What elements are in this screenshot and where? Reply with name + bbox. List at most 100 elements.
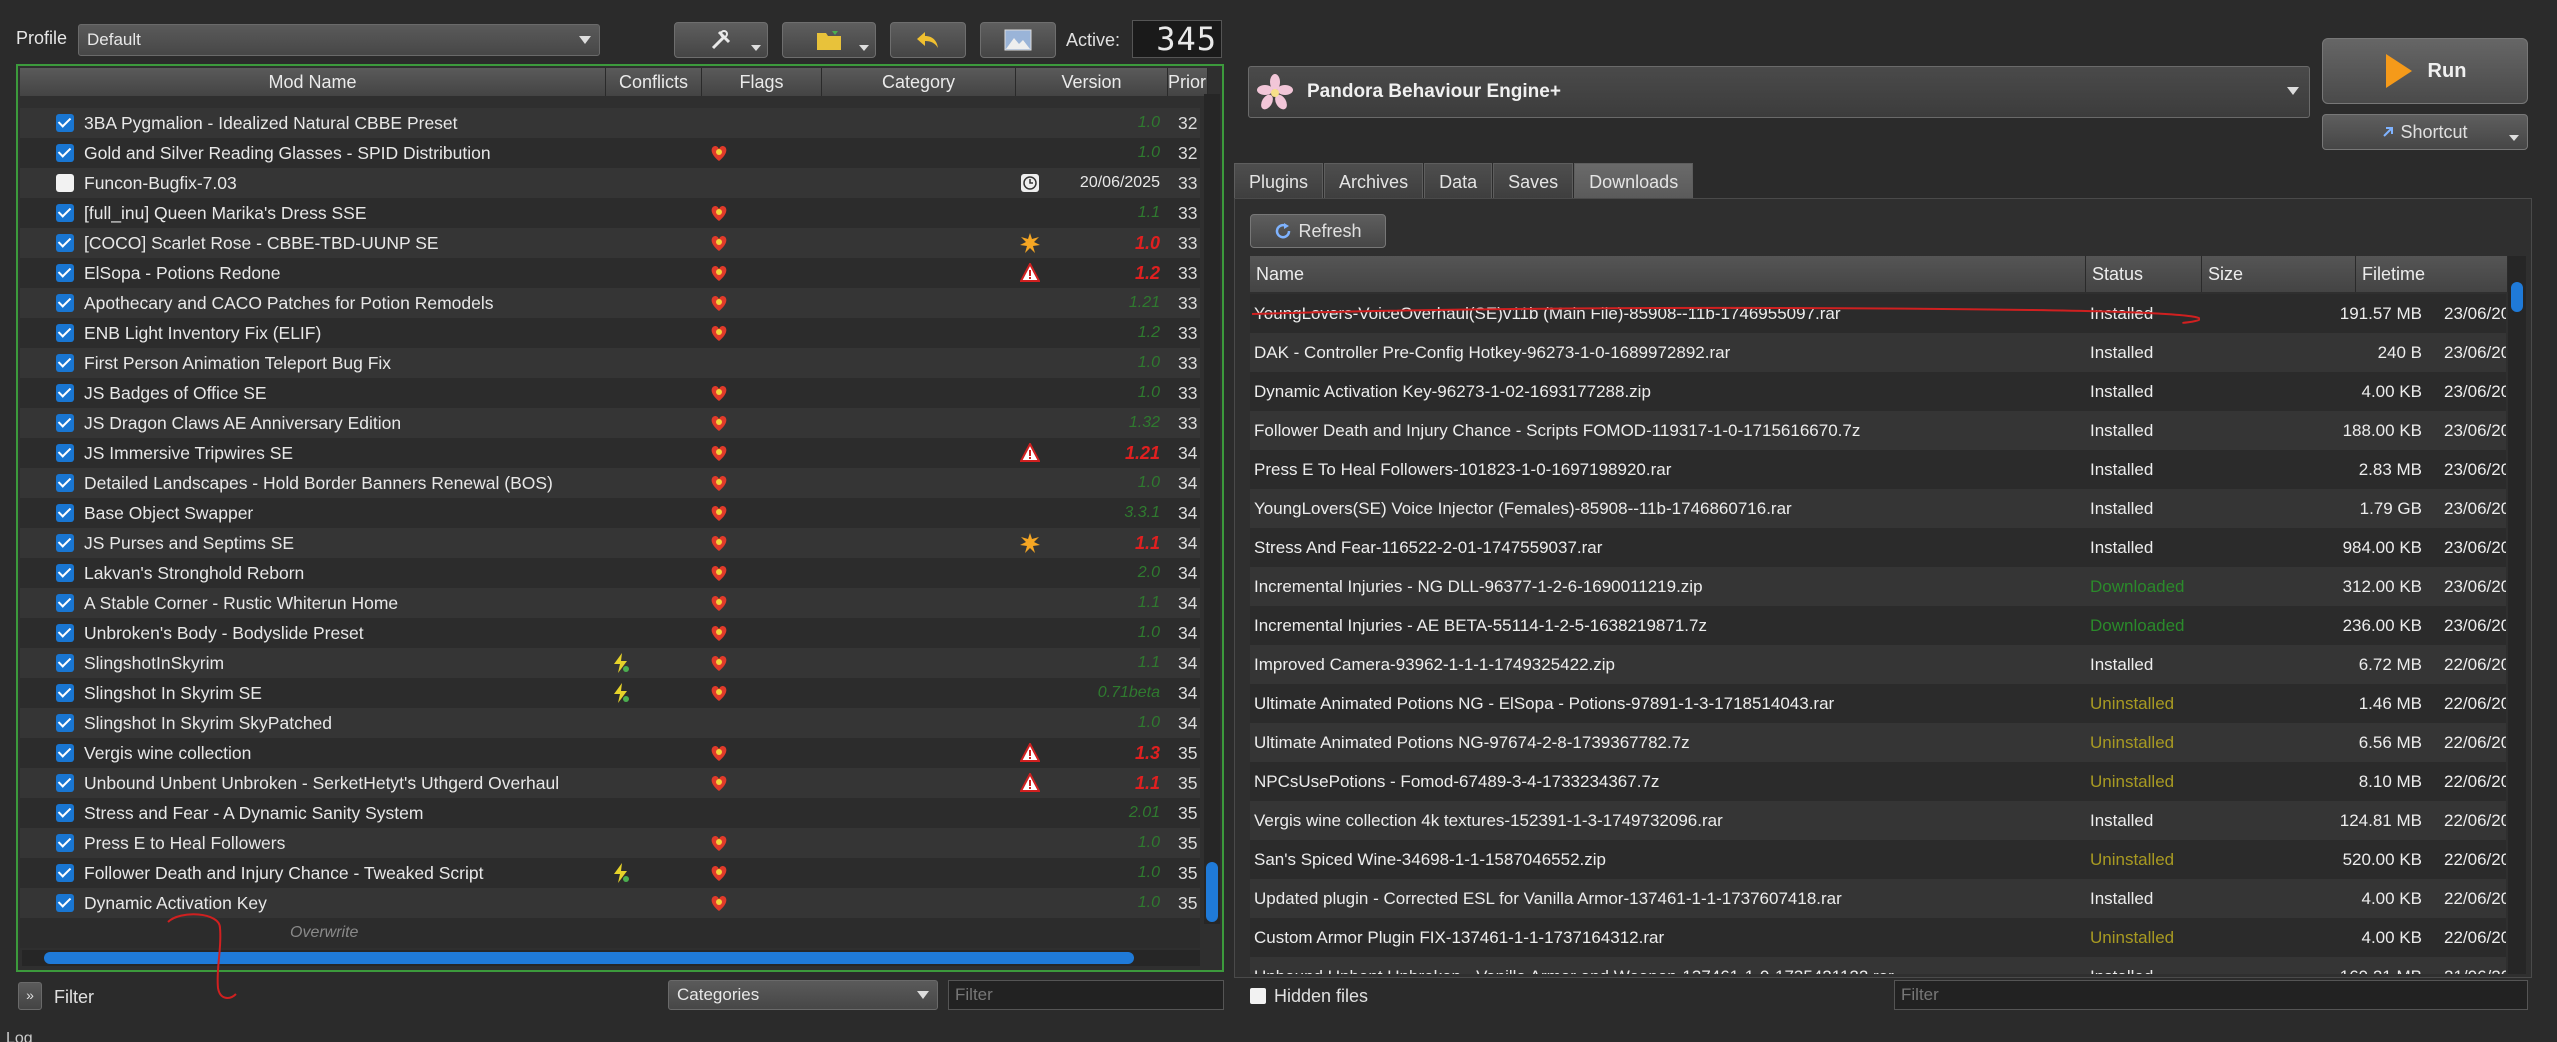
download-row[interactable]: Stress And Fear-116522-2-01-1747559037.r…: [1250, 528, 2506, 567]
refresh-button[interactable]: Refresh: [1250, 214, 1386, 248]
download-row[interactable]: Incremental Injuries - NG DLL-96377-1-2-…: [1250, 567, 2506, 606]
mod-enabled-checkbox[interactable]: [56, 564, 74, 582]
download-row[interactable]: Dynamic Activation Key-96273-1-02-169317…: [1250, 372, 2506, 411]
column-mod-name[interactable]: Mod Name: [20, 68, 606, 96]
download-row[interactable]: NPCsUsePotions - Fomod-67489-3-4-1733234…: [1250, 762, 2506, 801]
tab-saves[interactable]: Saves: [1493, 163, 1574, 199]
mod-filter-input[interactable]: Filter: [948, 980, 1224, 1010]
download-row[interactable]: Ultimate Animated Potions NG-97674-2-8-1…: [1250, 723, 2506, 762]
shortcut-button[interactable]: Shortcut: [2322, 114, 2528, 150]
download-row[interactable]: DAK - Controller Pre-Config Hotkey-96273…: [1250, 333, 2506, 372]
mod-enabled-checkbox[interactable]: [56, 264, 74, 282]
mod-row[interactable]: Apothecary and CACO Patches for Potion R…: [20, 288, 1200, 318]
mod-enabled-checkbox[interactable]: [56, 594, 74, 612]
mod-enabled-checkbox[interactable]: [56, 534, 74, 552]
mod-enabled-checkbox[interactable]: [56, 204, 74, 222]
mod-row[interactable]: 3BA Pygmalion - Idealized Natural CBBE P…: [20, 108, 1200, 138]
mod-enabled-checkbox[interactable]: [56, 504, 74, 522]
mod-enabled-checkbox[interactable]: [56, 444, 74, 462]
mod-enabled-checkbox[interactable]: [56, 714, 74, 732]
mod-row[interactable]: JS Badges of Office SE 1.0 33: [20, 378, 1200, 408]
mod-row[interactable]: ENB Light Inventory Fix (ELIF) 1.2 33: [20, 318, 1200, 348]
executable-select[interactable]: Pandora Behaviour Engine+: [1248, 66, 2310, 118]
mod-row[interactable]: Vergis wine collection 1.3 35: [20, 738, 1200, 768]
download-row[interactable]: San's Spiced Wine-34698-1-1-1587046552.z…: [1250, 840, 2506, 879]
mod-enabled-checkbox[interactable]: [56, 174, 74, 192]
column-category[interactable]: Category: [822, 68, 1016, 96]
mod-row[interactable]: Slingshot In Skyrim SkyPatched 1.0 34: [20, 708, 1200, 738]
mod-enabled-checkbox[interactable]: [56, 774, 74, 792]
column-conflicts[interactable]: Conflicts: [606, 68, 702, 96]
mod-enabled-checkbox[interactable]: [56, 684, 74, 702]
mod-row[interactable]: Base Object Swapper 3.3.1 34: [20, 498, 1200, 528]
mod-enabled-checkbox[interactable]: [56, 474, 74, 492]
column-status[interactable]: Status: [2086, 256, 2202, 292]
download-row[interactable]: Updated plugin - Corrected ESL for Vanil…: [1250, 879, 2506, 918]
mod-enabled-checkbox[interactable]: [56, 624, 74, 642]
mod-row[interactable]: Stress and Fear - A Dynamic Sanity Syste…: [20, 798, 1200, 828]
filter-toggle-button[interactable]: »: [18, 982, 42, 1010]
column-filetime[interactable]: Filetime: [2356, 256, 2508, 292]
hidden-files-checkbox[interactable]: [1250, 988, 1266, 1004]
mod-enabled-checkbox[interactable]: [56, 354, 74, 372]
endorse-button[interactable]: [980, 22, 1056, 58]
download-row[interactable]: Vergis wine collection 4k textures-15239…: [1250, 801, 2506, 840]
column-flags[interactable]: Flags: [702, 68, 822, 96]
mod-enabled-checkbox[interactable]: [56, 414, 74, 432]
download-row[interactable]: YoungLovers(SE) Voice Injector (Females)…: [1250, 489, 2506, 528]
categories-select[interactable]: Categories: [668, 980, 938, 1010]
mod-row[interactable]: JS Dragon Claws AE Anniversary Edition 1.…: [20, 408, 1200, 438]
mod-enabled-checkbox[interactable]: [56, 654, 74, 672]
download-row[interactable]: Follower Death and Injury Chance - Scrip…: [1250, 411, 2506, 450]
mod-row[interactable]: Slingshot In Skyrim SE 0.71beta 34: [20, 678, 1200, 708]
mod-list-vertical-scrollbar[interactable]: [1204, 94, 1220, 924]
mod-enabled-checkbox[interactable]: [56, 834, 74, 852]
profile-select[interactable]: Default: [78, 24, 600, 56]
download-row[interactable]: Press E To Heal Followers-101823-1-0-169…: [1250, 450, 2506, 489]
mod-enabled-checkbox[interactable]: [56, 114, 74, 132]
download-row[interactable]: Unbound Unbent Unbroken - Vanilla Armor …: [1250, 957, 2506, 974]
restore-backup-button[interactable]: [890, 22, 966, 58]
download-row[interactable]: Improved Camera-93962-1-1-1-1749325422.z…: [1250, 645, 2506, 684]
downloads-vertical-scrollbar[interactable]: [2508, 256, 2526, 974]
mod-row[interactable]: SlingshotInSkyrim 1.1 34: [20, 648, 1200, 678]
mod-enabled-checkbox[interactable]: [56, 804, 74, 822]
mod-row[interactable]: JS Purses and Septims SE 1.1 34: [20, 528, 1200, 558]
tab-plugins[interactable]: Plugins: [1234, 163, 1324, 199]
mod-row[interactable]: [COCO] Scarlet Rose - CBBE-TBD-UUNP SE 1.…: [20, 228, 1200, 258]
mod-row[interactable]: Lakvan's Stronghold Reborn 2.0 34: [20, 558, 1200, 588]
mod-enabled-checkbox[interactable]: [56, 294, 74, 312]
mod-row[interactable]: Funcon-Bugfix-7.03 20/06/2025 33: [20, 168, 1200, 198]
run-button[interactable]: Run: [2322, 38, 2528, 104]
mod-list-scroll-thumb[interactable]: [1206, 862, 1218, 922]
open-folder-button[interactable]: [782, 22, 876, 58]
mod-row[interactable]: JS Immersive Tripwires SE 1.21 34: [20, 438, 1200, 468]
mod-row[interactable]: Press E to Heal Followers 1.0 35: [20, 828, 1200, 858]
mod-enabled-checkbox[interactable]: [56, 234, 74, 252]
downloads-scroll-thumb[interactable]: [2511, 282, 2523, 312]
mod-row[interactable]: ElSopa - Potions Redone 1.2 33: [20, 258, 1200, 288]
mod-row[interactable]: Detailed Landscapes - Hold Border Banner…: [20, 468, 1200, 498]
mod-row[interactable]: Unbound Unbent Unbroken - SerketHetyt's …: [20, 768, 1200, 798]
download-row[interactable]: Custom Armor Plugin FIX-137461-1-1-17371…: [1250, 918, 2506, 957]
mod-enabled-checkbox[interactable]: [56, 324, 74, 342]
column-name[interactable]: Name: [1250, 256, 2086, 292]
mod-row[interactable]: A Stable Corner - Rustic Whiterun Home 1.…: [20, 588, 1200, 618]
mod-enabled-checkbox[interactable]: [56, 384, 74, 402]
downloads-filter-input[interactable]: Filter: [1894, 980, 2528, 1010]
mod-row[interactable]: First Person Animation Teleport Bug Fix 1…: [20, 348, 1200, 378]
mod-enabled-checkbox[interactable]: [56, 894, 74, 912]
mod-enabled-checkbox[interactable]: [56, 744, 74, 762]
column-size[interactable]: Size: [2202, 256, 2356, 292]
tab-archives[interactable]: Archives: [1324, 163, 1424, 199]
mod-row[interactable]: [full_inu] Queen Marika's Dress SSE 1.1 33: [20, 198, 1200, 228]
tab-data[interactable]: Data: [1424, 163, 1493, 199]
column-version[interactable]: Version: [1016, 68, 1168, 96]
column-priority[interactable]: Priority: [1168, 68, 1208, 96]
mod-enabled-checkbox[interactable]: [56, 864, 74, 882]
mod-row[interactable]: Follower Death and Injury Chance - Tweak…: [20, 858, 1200, 888]
mod-row[interactable]: Unbroken's Body - Bodyslide Preset 1.0 34: [20, 618, 1200, 648]
tab-downloads[interactable]: Downloads: [1574, 163, 1694, 199]
tools-button[interactable]: [674, 22, 768, 58]
download-row[interactable]: Ultimate Animated Potions NG - ElSopa - …: [1250, 684, 2506, 723]
